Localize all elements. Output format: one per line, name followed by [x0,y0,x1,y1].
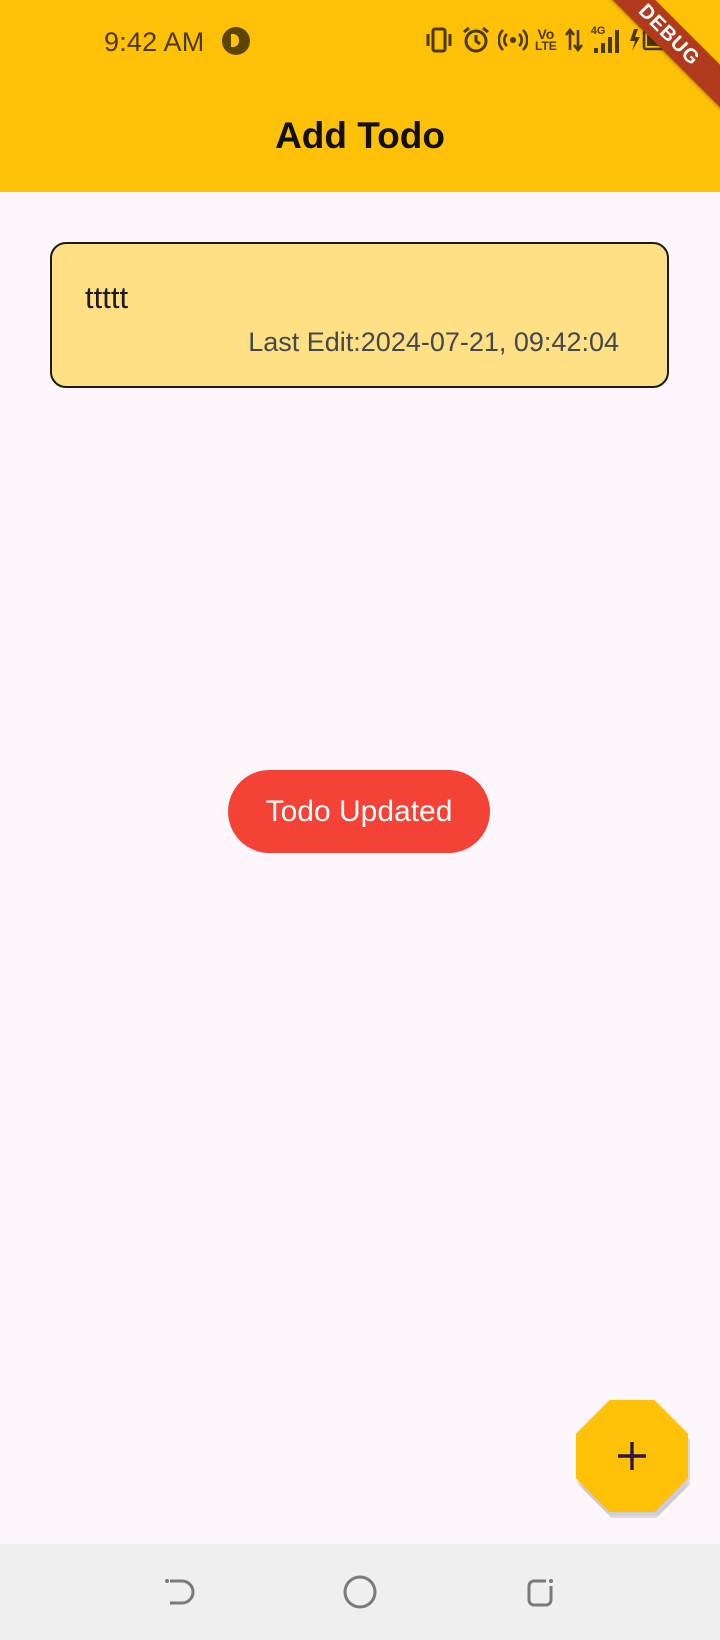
recents-icon [527,1579,553,1607]
app-notification-icon [222,27,250,55]
todo-card[interactable]: ttttt Last Edit:2024-07-21, 09:42:04 [50,242,669,388]
app-bar: 9:42 AM Vo LTE 4G DEBUG Add Todo [0,0,720,192]
nav-recents-button[interactable] [514,1566,566,1618]
plus-icon [618,1442,646,1470]
home-icon [343,1575,377,1609]
vibrate-icon [426,27,452,53]
todo-title: ttttt [85,280,129,315]
nav-home-button[interactable] [334,1566,386,1618]
hotspot-icon [498,29,528,51]
nav-back-button[interactable] [154,1566,206,1618]
todo-last-edit: Last Edit:2024-07-21, 09:42:04 [248,327,619,357]
volte-label-bottom: LTE [535,39,557,53]
system-nav-bar [0,1544,720,1640]
back-icon [165,1579,195,1605]
toast-message: Todo Updated [228,770,490,853]
alarm-icon [463,26,489,53]
signal-4g-icon: 4G [591,25,621,55]
add-todo-button[interactable] [576,1400,688,1512]
status-time: 9:42 AM [104,27,205,57]
data-arrows-icon [564,27,583,53]
signal-bars-icon [593,30,619,53]
volte-icon: Vo LTE [535,27,557,53]
page-title: Add Todo [275,115,445,156]
